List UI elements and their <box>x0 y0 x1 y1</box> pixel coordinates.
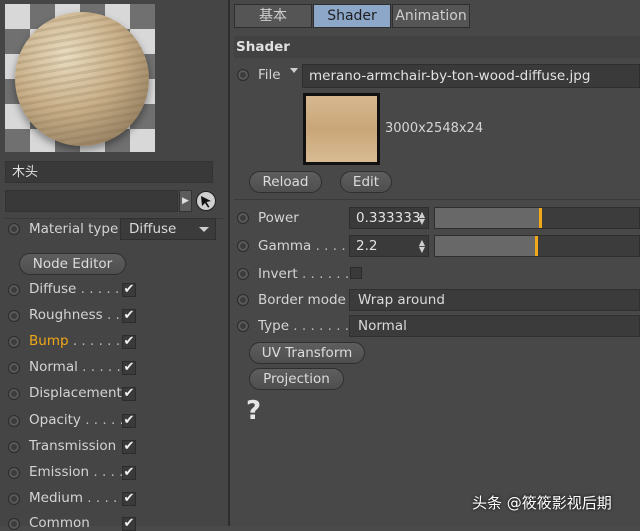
channel-radio[interactable] <box>8 441 20 453</box>
channel-checkbox[interactable]: ✔ <box>122 466 136 480</box>
invert-radio[interactable] <box>237 268 249 280</box>
channel-checkbox[interactable]: ✔ <box>122 361 136 375</box>
gamma-slider[interactable] <box>434 235 640 257</box>
search-input[interactable] <box>5 190 178 212</box>
material-type-radio[interactable] <box>8 223 20 235</box>
channel-radio[interactable] <box>8 362 20 374</box>
cursor-icon <box>201 196 211 208</box>
material-type-label: Material type <box>29 221 119 237</box>
channel-checkbox[interactable]: ✔ <box>122 335 136 349</box>
channel-label[interactable]: Normal . . . . . . <box>29 359 129 375</box>
power-slider[interactable] <box>434 207 640 229</box>
watermark: 头条 @筱筱影视后期 <box>472 494 612 512</box>
preview-sphere <box>15 12 149 146</box>
spinner-icon[interactable]: ▲ ▼ <box>419 239 425 254</box>
edit-button[interactable]: Edit <box>340 171 392 193</box>
channel-checkbox[interactable]: ✔ <box>122 440 136 454</box>
invert-label: Invert . . . . . . <box>258 266 350 282</box>
file-radio[interactable] <box>237 69 249 81</box>
channel-checkbox[interactable]: ✔ <box>122 309 136 323</box>
power-input[interactable]: 0.333333 ▲ ▼ <box>349 207 429 229</box>
channel-radio[interactable] <box>8 493 20 505</box>
channel-radio[interactable] <box>8 467 20 479</box>
gamma-radio[interactable] <box>237 240 249 252</box>
channel-checkbox[interactable]: ✔ <box>122 283 136 297</box>
invert-checkbox[interactable] <box>350 267 362 279</box>
file-label: File <box>258 67 281 83</box>
divider <box>234 199 640 200</box>
gamma-slider-thumb[interactable] <box>535 236 538 256</box>
border-mode-label: Border mode <box>258 292 346 308</box>
uv-transform-button[interactable]: UV Transform <box>249 342 365 364</box>
channel-radio[interactable] <box>8 284 20 296</box>
gamma-label: Gamma . . . . <box>258 238 346 254</box>
gamma-input[interactable]: 2.2 ▲ ▼ <box>349 235 429 257</box>
type-label: Type . . . . . . . <box>258 318 350 334</box>
channel-label[interactable]: Diffuse . . . . . . <box>29 281 128 297</box>
tab-shader[interactable]: Shader <box>313 4 391 28</box>
reload-button[interactable]: Reload <box>249 171 322 193</box>
spinner-icon[interactable]: ▲ ▼ <box>419 211 425 226</box>
help-icon[interactable]: ? <box>246 396 261 426</box>
node-editor-button[interactable]: Node Editor <box>19 253 126 275</box>
projection-button[interactable]: Projection <box>249 368 344 390</box>
section-title: Shader <box>234 36 640 58</box>
channel-radio[interactable] <box>8 336 20 348</box>
power-slider-thumb[interactable] <box>539 208 542 228</box>
channel-label[interactable]: Transmission <box>29 438 116 454</box>
power-value: 0.333333 <box>356 210 421 226</box>
pick-cursor-button[interactable] <box>196 191 216 211</box>
channel-radio[interactable] <box>8 415 20 427</box>
border-mode-radio[interactable] <box>237 294 249 306</box>
channel-label[interactable]: Bump . . . . . . . <box>29 333 129 349</box>
power-label: Power <box>258 210 299 226</box>
channel-radio[interactable] <box>8 310 20 322</box>
channel-checkbox[interactable]: ✔ <box>122 517 136 531</box>
type-select[interactable]: Normal <box>349 315 640 337</box>
file-menu-chevron-icon[interactable] <box>290 68 298 73</box>
type-radio[interactable] <box>237 320 249 332</box>
channel-label[interactable]: Opacity . . . . . <box>29 412 124 428</box>
channel-label[interactable]: Roughness . . <box>29 307 120 323</box>
file-path-field[interactable]: merano-armchair-by-ton-wood-diffuse.jpg <box>302 64 640 88</box>
material-type-value: Diffuse <box>129 221 177 237</box>
tab-basic[interactable]: 基本 <box>234 4 312 28</box>
gamma-value: 2.2 <box>356 238 378 254</box>
channel-label[interactable]: Common <box>29 515 90 531</box>
chevron-down-icon <box>199 227 209 232</box>
power-radio[interactable] <box>237 212 249 224</box>
power-slider-fill <box>435 208 539 228</box>
shader-panel: 基本 Shader Animation Shader File merano-a… <box>230 0 640 526</box>
material-preview <box>5 4 155 152</box>
channel-checkbox[interactable]: ✔ <box>122 387 136 401</box>
channel-label[interactable]: Emission . . . . <box>29 464 123 480</box>
channel-radio[interactable] <box>8 518 20 530</box>
channel-checkbox[interactable]: ✔ <box>122 414 136 428</box>
channel-label[interactable]: Displacement <box>29 385 122 401</box>
channel-label[interactable]: Medium . . . . . <box>29 490 126 506</box>
search-arrow-button[interactable]: ▶ <box>179 190 192 212</box>
channel-radio[interactable] <box>8 388 20 400</box>
texture-thumbnail <box>303 93 380 165</box>
image-info: 3000x2548x24 <box>385 121 484 136</box>
channel-checkbox[interactable]: ✔ <box>122 492 136 506</box>
material-type-select[interactable]: Diffuse <box>120 218 216 240</box>
gamma-slider-fill <box>435 236 535 256</box>
border-mode-select[interactable]: Wrap around <box>349 289 640 311</box>
material-panel: 木头 ▶ Material type Diffuse Node Editor D… <box>0 0 228 531</box>
tab-animation[interactable]: Animation <box>392 4 470 28</box>
material-name[interactable]: 木头 <box>5 161 213 183</box>
